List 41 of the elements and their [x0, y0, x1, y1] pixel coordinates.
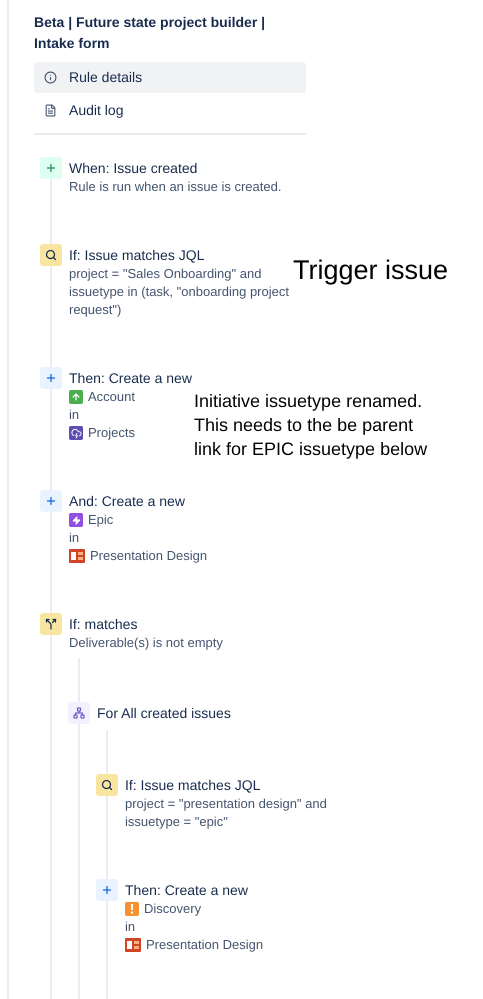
- plus-icon[interactable]: [40, 367, 62, 389]
- annotation-text: Trigger issue: [293, 254, 450, 287]
- project-name: Presentation Design: [90, 547, 208, 565]
- plus-icon[interactable]: [40, 157, 62, 179]
- issue-type: Discovery: [144, 900, 202, 918]
- info-icon: [44, 71, 57, 84]
- slides-icon: [69, 549, 85, 563]
- hierarchy-icon[interactable]: [68, 702, 90, 724]
- connector-text: in: [69, 529, 80, 547]
- cloud-icon: [69, 426, 83, 440]
- issue-type: Epic: [88, 511, 114, 529]
- step-title[interactable]: Then: Create a new: [125, 880, 340, 900]
- step-title[interactable]: If: Issue matches JQL: [125, 775, 340, 795]
- step-description: Rule is run when an issue is created.: [69, 178, 282, 196]
- step-title[interactable]: If: matches: [69, 614, 299, 634]
- search-icon[interactable]: [96, 774, 118, 796]
- branch-icon[interactable]: [40, 613, 62, 635]
- exclamation-icon: [125, 902, 139, 916]
- connector-text: in: [69, 406, 80, 424]
- project-name: Presentation Design: [146, 936, 264, 954]
- step-title[interactable]: And: Create a new: [69, 491, 299, 511]
- rule-title: Beta | Future state project builder | Intake form: [34, 13, 266, 53]
- plus-icon[interactable]: [96, 879, 118, 901]
- nav-item[interactable]: Rule details: [34, 62, 306, 93]
- issue-type: Account: [88, 388, 135, 406]
- step-description: project = "presentation design" and issuetype = "epic": [125, 795, 328, 831]
- step-description: project = "Sales Onboarding" and issuetype in (task, "onboarding project request"): [69, 265, 290, 319]
- step-title[interactable]: When: Issue created: [69, 158, 299, 178]
- annotation-text: Initiative issuetype renamed. This needs to the be parent link for EPIC issuetype below: [194, 390, 428, 461]
- connector-text: in: [125, 918, 136, 936]
- plus-icon[interactable]: [40, 490, 62, 512]
- search-icon[interactable]: [40, 244, 62, 266]
- nav-item[interactable]: Audit log: [34, 95, 306, 126]
- arrow-up-icon: [69, 390, 83, 404]
- project-name: Projects: [88, 424, 135, 442]
- step-description: Deliverable(s) is not empty: [69, 634, 224, 652]
- document-icon: [44, 104, 57, 117]
- lightning-icon: [69, 513, 83, 527]
- step-title[interactable]: Then: Create a new: [69, 368, 299, 388]
- slides-icon: [125, 938, 141, 952]
- step-title[interactable]: For All created issues: [97, 703, 327, 723]
